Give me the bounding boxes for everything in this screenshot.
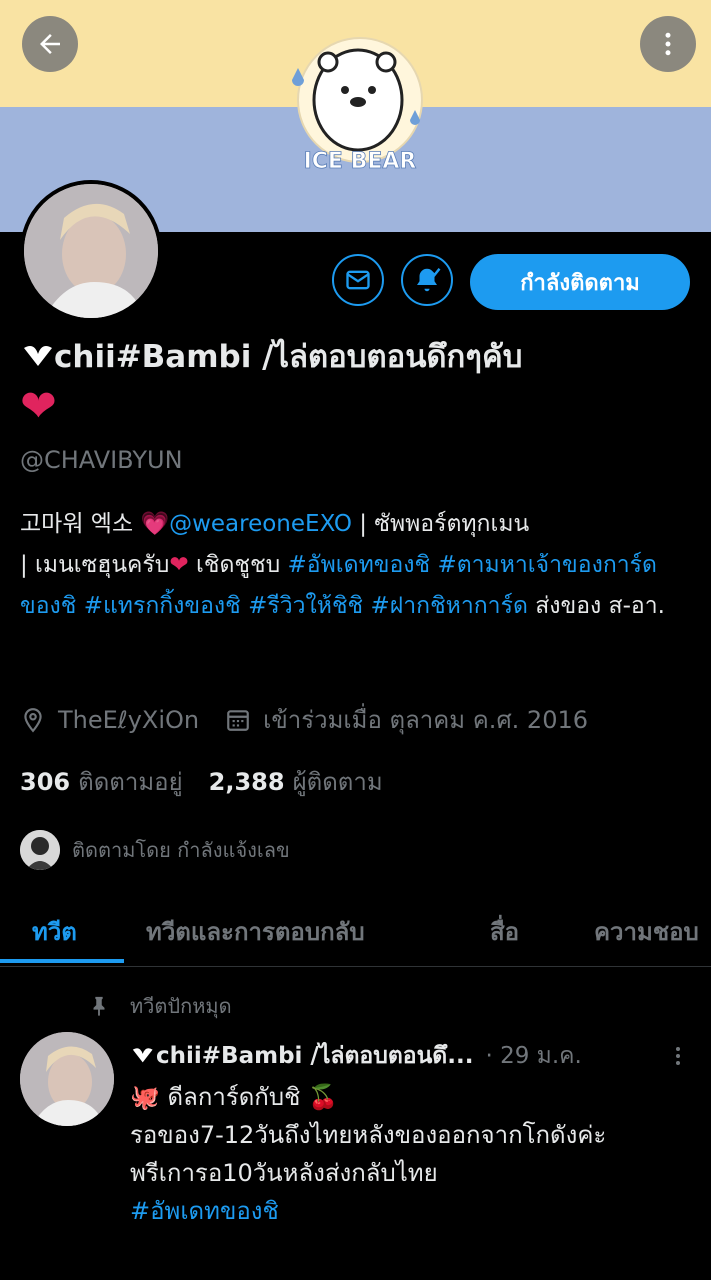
joined-item: เข้าร่วมเมื่อ ตุลาคม ค.ศ. 2016: [225, 700, 588, 739]
following-count: 306: [20, 768, 71, 796]
tab-media[interactable]: สื่อ: [490, 912, 519, 951]
arrow-left-icon: [40, 34, 60, 54]
tab-tweets[interactable]: ทวีต: [32, 912, 77, 951]
profile-tabs: ทวีต ทวีตและการตอบกลับ สื่อ ความชอบ: [0, 896, 711, 967]
joined-text: เข้าร่วมเมื่อ ตุลาคม ค.ศ. 2016: [263, 706, 589, 734]
pinned-label: ทวีตปักหมุด: [130, 994, 232, 1018]
heart-shape-icon: [132, 1048, 153, 1063]
banner-text: ICE BEAR: [304, 149, 417, 174]
followed-by-text: ติดตามโดย กำลังแจ้งเลข: [72, 838, 290, 862]
tweet-body[interactable]: 🐙 ดีลการ์ดกับชิ 🍒 รอของ7-12วันถึงไทยหลัง…: [130, 1078, 690, 1230]
follower-avatar: [20, 830, 60, 870]
follower-photo: [20, 830, 60, 870]
message-button[interactable]: [332, 254, 384, 306]
bio-line2-prefix: | เมนเซฮุนครับ: [20, 552, 170, 578]
followed-by-row[interactable]: ติดตามโดย กำลังแจ้งเลข: [20, 830, 290, 870]
following-label: ติดตามอยู่: [78, 768, 183, 796]
cherry-icon: 🍒: [307, 1083, 338, 1111]
tweet-avatar[interactable]: [20, 1032, 114, 1126]
active-tab-indicator: [0, 959, 124, 963]
pin-icon: [93, 996, 105, 1017]
hashtag-link[interactable]: #แทรกกิ้งของชิ: [84, 593, 241, 619]
following-button[interactable]: กำลังติดตาม: [470, 254, 690, 310]
hashtag-link[interactable]: #รีวิวให้ชิชิ: [248, 593, 363, 619]
location-text: TheEℓyXiOn: [58, 705, 200, 734]
bio-end: ส่งของ ส-อา.: [527, 593, 665, 619]
pink-heart-icon: 💗: [140, 511, 170, 537]
avatar-photo: [24, 184, 158, 318]
tweet-hashtag[interactable]: #อัพเดทของชิ: [130, 1197, 279, 1225]
hashtag-link[interactable]: #ฝากชิหาการ์ด: [370, 593, 527, 619]
more-vertical-icon: [665, 32, 671, 56]
tweet-line1: ดีลการ์ดกับชิ: [159, 1083, 308, 1111]
red-heart-icon: ❤: [169, 552, 189, 578]
followers-count: 2,388: [208, 768, 285, 796]
tab-likes[interactable]: ความชอบ: [594, 912, 699, 951]
envelope-icon: [346, 270, 370, 290]
octopus-icon: 🐙: [130, 1083, 160, 1111]
followers-label: ผู้ติดตาม: [292, 768, 383, 796]
calendar-icon: [227, 709, 249, 731]
bio-line1-suffix: | ซัพพอร์ตทุกเมน: [351, 511, 530, 537]
heart-shape-icon: [24, 346, 52, 366]
profile-name: chii#Bambi /ไล่ตอบตอนดึกๆคับ ❤: [20, 332, 690, 436]
follow-stats: 306 ติดตามอยู่ 2,388 ผู้ติดตาม: [20, 762, 383, 801]
tweet-avatar-photo: [20, 1032, 114, 1126]
following-stat[interactable]: 306 ติดตามอยู่: [20, 762, 183, 801]
tweet-author-name[interactable]: chii#Bambi /ไล่ตอบตอนดึ...: [156, 1038, 473, 1074]
bio-line2-mid: เชิดชูชบ: [188, 552, 288, 578]
tab-tweets-replies[interactable]: ทวีตและการตอบกลับ: [146, 912, 365, 951]
bell-check-icon: [417, 267, 441, 292]
bio-line1-prefix: 고마워 엑소: [20, 511, 141, 537]
location-pin-icon: [24, 707, 42, 732]
profile-handle: @CHAVIBYUN: [20, 446, 183, 474]
pinned-label-row: ทวีตปักหมุด: [88, 990, 232, 1022]
tweet-date: · 29 ม.ค.: [485, 1043, 582, 1069]
tweet-line3: พรีเการอ10วันหลังส่งกลับไทย: [130, 1159, 438, 1187]
more-options-button[interactable]: [640, 16, 696, 72]
mention-link[interactable]: @weareoneEXO: [169, 511, 352, 537]
profile-avatar[interactable]: [20, 180, 162, 322]
tweet-header: chii#Bambi /ไล่ตอบตอนดึ... · 29 ม.ค.: [130, 1038, 690, 1074]
hashtag-link[interactable]: #อัพเดทของชิ: [288, 552, 431, 578]
back-button[interactable]: [22, 16, 78, 72]
notifications-button[interactable]: [401, 254, 453, 306]
followers-stat[interactable]: 2,388 ผู้ติดตาม: [209, 762, 383, 801]
tweet-more-icon[interactable]: [666, 1044, 690, 1068]
profile-name-text: chii#Bambi /ไล่ตอบตอนดึกๆคับ: [54, 339, 523, 375]
profile-bio: 고마워 엑소 💗@weareoneEXO | ซัพพอร์ตทุกเมน | …: [20, 504, 690, 627]
location-item: TheEℓyXiOn: [20, 706, 199, 734]
red-heart-icon: ❤: [20, 381, 57, 432]
tweet-line2: รอของ7-12วันถึงไทยหลังของออกจากโกดังค่ะ: [130, 1121, 607, 1149]
ice-bear-illustration: ICE BEAR: [292, 37, 423, 174]
profile-meta: TheEℓyXiOn เข้าร่วมเมื่อ ตุลาคม ค.ศ. 201…: [20, 700, 614, 739]
